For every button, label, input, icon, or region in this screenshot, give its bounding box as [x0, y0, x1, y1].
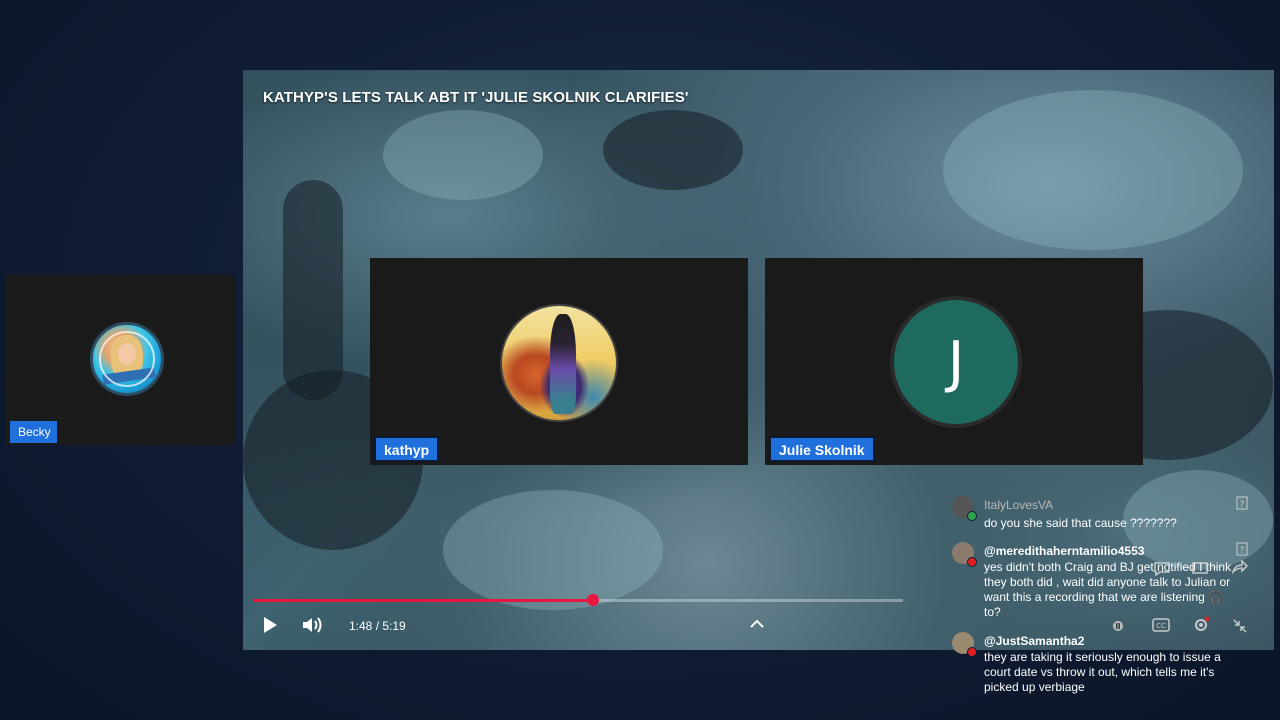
share-icon[interactable] [1232, 560, 1248, 574]
svg-text:?: ? [1240, 500, 1245, 510]
play-icon[interactable] [261, 616, 279, 634]
user-avatar [952, 496, 977, 521]
time-display: 1:48 / 5:19 [349, 619, 406, 633]
chat-bubble-icon[interactable] [1154, 562, 1170, 576]
chevron-up-icon[interactable] [748, 616, 766, 632]
kathyp-name-badge: kathyp [374, 436, 440, 462]
side-participant-tile[interactable] [6, 275, 236, 445]
chat-text: do you she said that cause ??????? [984, 516, 1177, 530]
help-icon[interactable]: ? [1236, 542, 1248, 556]
progress-bar[interactable] [253, 594, 903, 606]
chat-username: @meredithaherntamilio4553 [984, 544, 1145, 558]
user-avatar [952, 632, 977, 657]
user-avatar [952, 542, 977, 567]
participant-tile-julie[interactable]: J Julie Skolnik [765, 258, 1143, 465]
progress-knob[interactable] [586, 594, 599, 606]
video-title: KATHYP'S LETS TALK ABT IT 'JULIE SKOLNIK… [263, 89, 689, 106]
chat-username: @JustSamantha2 [984, 634, 1085, 648]
julie-name-badge: Julie Skolnik [769, 436, 875, 462]
help-icon[interactable]: ? [1236, 496, 1248, 510]
chat-message: ItalyLovesVA do you she said that cause … [948, 492, 1266, 536]
julie-avatar: J [890, 296, 1022, 428]
svg-text:?: ? [1240, 546, 1245, 556]
kathyp-avatar [500, 304, 618, 422]
live-chat: ItalyLovesVA do you she said that cause … [948, 492, 1270, 702]
chat-username: ItalyLovesVA [984, 498, 1054, 512]
chat-message: @meredithaherntamilio4553 yes didn't bot… [948, 538, 1266, 633]
participant-tile-kathyp[interactable]: kathyp [370, 258, 748, 465]
becky-avatar [90, 322, 164, 396]
chat-text: they are taking it seriously enough to i… [984, 650, 1221, 694]
volume-icon[interactable] [302, 616, 324, 634]
screen-icon[interactable] [1192, 562, 1208, 576]
chat-message: @JustSamantha2 they are taking it seriou… [948, 628, 1266, 698]
becky-name-badge: Becky [10, 421, 57, 443]
